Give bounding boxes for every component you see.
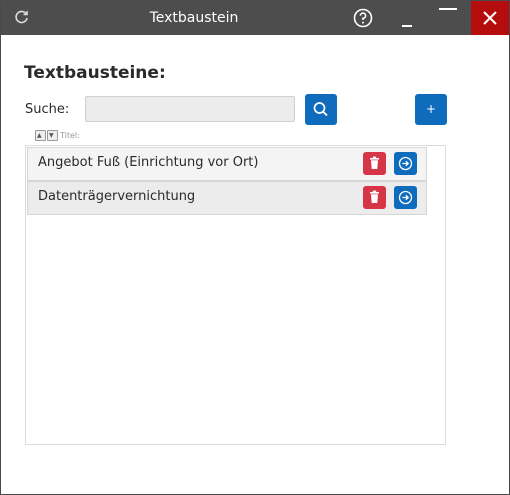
open-button[interactable] [394,186,417,209]
open-button[interactable] [394,152,417,175]
list-item-title: Datenträgervernichtung [38,189,196,204]
delete-button[interactable] [363,152,386,175]
maximize-icon[interactable] [437,5,459,25]
arrow-right-circle-icon [398,190,413,205]
minimize-icon[interactable] [397,8,417,28]
title-bar: Textbaustein [1,1,509,35]
search-label: Suche: [25,102,70,117]
window-title: Textbaustein [149,10,239,26]
close-icon [483,11,497,25]
search-button[interactable] [305,94,337,125]
sort-control: ▲ ▼ Titel: [35,130,80,141]
arrow-right-circle-icon [398,156,413,171]
page-title: Textbausteine: [24,63,166,83]
sort-label: Titel: [60,131,80,140]
search-input[interactable] [85,96,295,122]
trash-icon [370,156,379,169]
text-block-list: Angebot Fuß (Einrichtung vor Ort) Datent… [25,145,446,445]
app-window: Textbaustein Textbausteine: Suche: + ▲ ▼… [0,0,510,495]
list-item[interactable]: Angebot Fuß (Einrichtung vor Ort) [27,147,427,181]
list-item[interactable]: Datenträgervernichtung [27,181,427,215]
delete-button[interactable] [363,186,386,209]
search-icon [313,102,328,117]
trash-icon [370,190,379,203]
add-button[interactable]: + [415,94,447,125]
list-item-title: Angebot Fuß (Einrichtung vor Ort) [38,155,259,170]
sort-descending-icon[interactable]: ▼ [47,130,58,141]
help-circle-icon[interactable] [353,8,373,28]
sort-ascending-icon[interactable]: ▲ [35,130,46,141]
close-button[interactable] [471,1,509,35]
